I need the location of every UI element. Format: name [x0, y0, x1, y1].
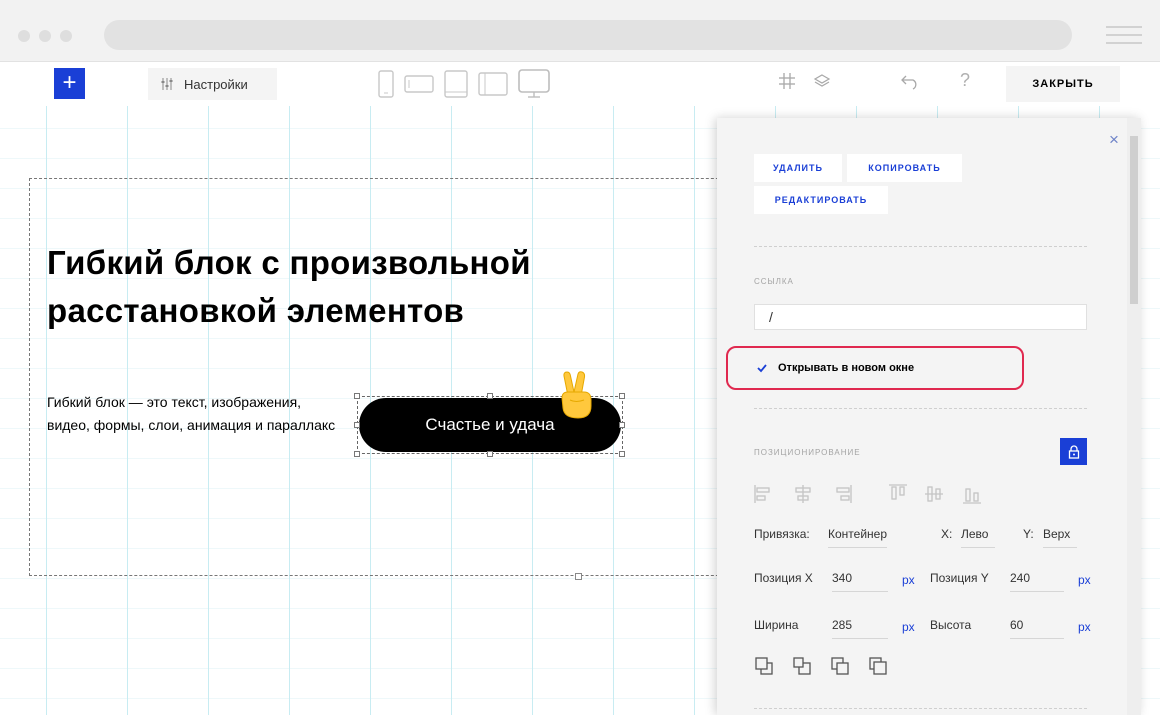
- editor-toolbar: + Настройки ? ЗАКРЫТЬ: [0, 62, 1160, 106]
- sliders-icon: [161, 78, 173, 90]
- help-icon[interactable]: ?: [960, 70, 970, 91]
- tablet-landscape-icon[interactable]: [478, 72, 508, 96]
- settings-button[interactable]: Настройки: [148, 68, 277, 100]
- resize-handle-top-right[interactable]: [619, 393, 625, 399]
- position-y-label: Позиция Y: [930, 571, 989, 585]
- close-editor-button[interactable]: ЗАКРЫТЬ: [1006, 66, 1120, 102]
- window-close-dot[interactable]: [18, 30, 30, 42]
- position-y-unit[interactable]: px: [1078, 573, 1091, 587]
- block-heading[interactable]: Гибкий блок с произвольной расстановкой …: [47, 239, 687, 335]
- anchor-select[interactable]: Контейнер: [828, 527, 888, 548]
- height-unit[interactable]: px: [1078, 620, 1091, 634]
- window-controls: [18, 30, 72, 42]
- undo-icon[interactable]: [900, 72, 920, 90]
- width-input[interactable]: 285: [832, 618, 888, 639]
- block-container-frame: [29, 178, 769, 576]
- container-resize-handle[interactable]: [575, 573, 582, 580]
- panel-scrollbar[interactable]: [1127, 118, 1141, 715]
- width-label: Ширина: [754, 618, 799, 632]
- position-x-label: Позиция X: [754, 571, 813, 585]
- desktop-icon[interactable]: [518, 69, 550, 99]
- resize-handle-top-left[interactable]: [354, 393, 360, 399]
- height-label: Высота: [930, 618, 972, 632]
- anchor-label: Привязка:: [754, 527, 810, 541]
- send-to-back-icon[interactable]: [868, 656, 888, 676]
- open-new-window-label: Открывать в новом окне: [778, 362, 915, 374]
- delete-button[interactable]: УДАЛИТЬ: [754, 154, 842, 182]
- lock-icon: [1068, 444, 1079, 459]
- width-unit[interactable]: px: [902, 620, 915, 634]
- bring-forward-icon[interactable]: [792, 656, 812, 676]
- element-settings-panel: × УДАЛИТЬ КОПИРОВАТЬ РЕДАКТИРОВАТЬ ССЫЛК…: [717, 118, 1141, 715]
- link-section-label: ССЫЛКА: [754, 277, 794, 286]
- x-anchor-select[interactable]: Лево: [961, 527, 995, 548]
- align-right-icon[interactable]: [834, 484, 852, 504]
- positioning-section-label: ПОЗИЦИОНИРОВАНИЕ: [754, 448, 861, 457]
- layers-icon[interactable]: [813, 72, 831, 90]
- resize-handle-top[interactable]: [487, 393, 493, 399]
- browser-chrome: [0, 0, 1160, 62]
- x-anchor-label: X:: [941, 527, 953, 541]
- block-description[interactable]: Гибкий блок — это текст, изображения, ви…: [47, 391, 347, 437]
- position-x-unit[interactable]: px: [902, 573, 915, 587]
- add-element-button[interactable]: +: [54, 68, 85, 99]
- bring-to-front-icon[interactable]: [754, 656, 774, 676]
- browser-menu-icon[interactable]: [1106, 26, 1142, 46]
- align-center-horizontal-icon[interactable]: [794, 484, 812, 504]
- phone-portrait-icon[interactable]: [378, 70, 394, 98]
- align-top-icon[interactable]: [888, 484, 908, 504]
- panel-divider: [754, 408, 1087, 409]
- copy-button[interactable]: КОПИРОВАТЬ: [847, 154, 962, 182]
- checkbox-checked-icon[interactable]: [756, 362, 768, 374]
- height-input[interactable]: 60: [1010, 618, 1064, 639]
- address-bar[interactable]: [104, 20, 1072, 50]
- settings-label: Настройки: [184, 76, 248, 92]
- send-backward-icon[interactable]: [830, 656, 850, 676]
- align-left-icon[interactable]: [754, 484, 772, 504]
- link-input[interactable]: [754, 304, 1087, 330]
- victory-hand-emoji-icon[interactable]: [556, 370, 598, 420]
- resize-handle-right[interactable]: [619, 422, 625, 428]
- align-bottom-icon[interactable]: [962, 484, 982, 504]
- window-maximize-dot[interactable]: [60, 30, 72, 42]
- edit-button[interactable]: РЕДАКТИРОВАТЬ: [754, 186, 888, 214]
- resize-handle-bottom-right[interactable]: [619, 451, 625, 457]
- position-y-input[interactable]: 240: [1010, 571, 1064, 592]
- device-switcher: [378, 68, 550, 100]
- window-minimize-dot[interactable]: [39, 30, 51, 42]
- panel-divider: [754, 246, 1087, 247]
- y-anchor-select[interactable]: Верх: [1043, 527, 1077, 548]
- align-center-vertical-icon[interactable]: [924, 484, 944, 504]
- panel-divider: [754, 708, 1087, 709]
- panel-close-icon[interactable]: ×: [1109, 130, 1119, 150]
- panel-scrollbar-thumb[interactable]: [1130, 136, 1138, 304]
- position-x-input[interactable]: 340: [832, 571, 888, 592]
- grid-icon[interactable]: [778, 72, 796, 90]
- resize-handle-left[interactable]: [354, 422, 360, 428]
- phone-landscape-icon[interactable]: [404, 75, 434, 93]
- open-new-window-option[interactable]: Открывать в новом окне: [726, 346, 1024, 390]
- y-anchor-label: Y:: [1023, 527, 1034, 541]
- tablet-portrait-icon[interactable]: [444, 70, 468, 98]
- resize-handle-bottom-left[interactable]: [354, 451, 360, 457]
- resize-handle-bottom[interactable]: [487, 451, 493, 457]
- lock-button[interactable]: [1060, 438, 1087, 465]
